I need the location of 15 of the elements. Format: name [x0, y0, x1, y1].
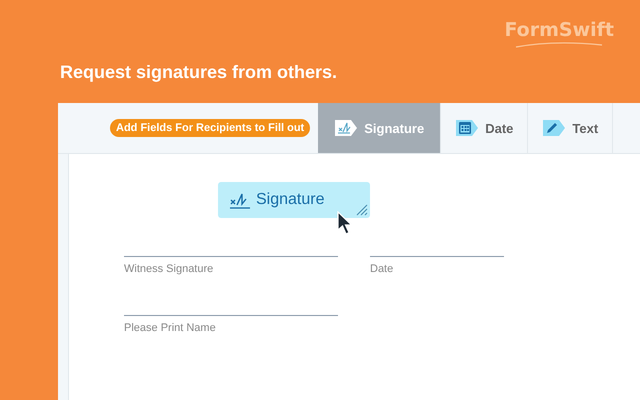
- instruction-badge: Add Fields For Recipients to Fill out: [110, 119, 310, 137]
- field-tab[interactable]: Text: [528, 103, 614, 153]
- field-label: Date: [370, 263, 394, 275]
- field-tab[interactable]: Date: [441, 103, 528, 153]
- logo: FormSwift: [504, 20, 614, 40]
- field-label: Witness Signature: [124, 263, 214, 275]
- logo-swoosh-icon: [514, 41, 604, 49]
- resize-grip-icon[interactable]: [354, 202, 368, 216]
- field-label: Please Print Name: [124, 322, 217, 334]
- signature-icon: [334, 118, 358, 138]
- pencil-icon: [542, 118, 566, 138]
- calendar-icon: [455, 118, 480, 138]
- mouse-cursor-icon: [337, 211, 353, 235]
- headline: Request signatures from others.: [60, 61, 338, 84]
- signature-icon: [230, 191, 252, 209]
